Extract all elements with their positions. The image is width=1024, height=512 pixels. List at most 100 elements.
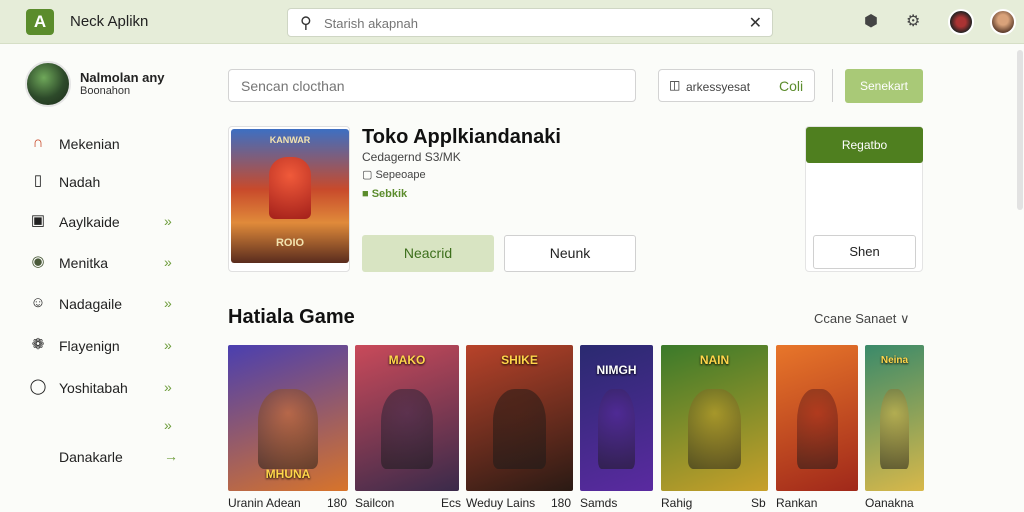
- monitor-icon: ▣: [30, 212, 46, 229]
- app-developer: Cedagernd S3/MK: [362, 150, 461, 164]
- profile-name: Nalmolan any: [80, 70, 165, 85]
- game-art: [598, 388, 635, 470]
- bookmark-icon: ∩: [32, 134, 44, 151]
- sidebar-item-label: Nadah: [59, 174, 101, 190]
- search-icon: ⚲: [300, 15, 312, 32]
- game-art-title: NAIN: [699, 353, 730, 367]
- sidebar-item-menitka[interactable]: ◉ Menitka »: [26, 249, 186, 277]
- send-button[interactable]: Senekart: [845, 69, 923, 103]
- game-tile[interactable]: Neina: [865, 345, 924, 491]
- game-tile[interactable]: NAIN: [661, 345, 768, 491]
- category-button[interactable]: Coli: [779, 78, 803, 94]
- chevron-right-icon: »: [164, 379, 172, 395]
- game-tile[interactable]: MAKO: [355, 345, 459, 491]
- settings-icon[interactable]: ⚙: [906, 11, 920, 31]
- notification-icon[interactable]: ⬢: [864, 11, 878, 31]
- page-icon: ▯: [33, 172, 43, 189]
- sidebar-item-label: Flayenign: [59, 338, 120, 354]
- game-art: [687, 388, 742, 470]
- filter-input[interactable]: [241, 78, 621, 94]
- leaf-icon: ❁: [31, 336, 45, 353]
- sidebar: Nalmolan any Boonahon ∩ Mekenian ▯ Nadah…: [0, 44, 200, 512]
- category-selector[interactable]: ◫ arkessyesat Coli: [658, 69, 815, 102]
- scrollbar[interactable]: [1017, 50, 1023, 210]
- game-tile[interactable]: NIMGH: [580, 345, 653, 491]
- app-name: Neck Aplikn: [70, 13, 149, 30]
- search-bar[interactable]: ⚲ ✕: [287, 8, 773, 37]
- game-name[interactable]: Oanakna: [865, 496, 914, 510]
- app-cover-card[interactable]: KANWAR ROIO: [228, 126, 350, 272]
- app-cover-image: KANWAR ROIO: [231, 129, 349, 263]
- section-title: Hatiala Game: [228, 306, 355, 328]
- game-art: [796, 388, 838, 470]
- sidebar-item-label: Menitka: [59, 255, 109, 271]
- arrow-right-icon: →: [164, 448, 178, 464]
- app-category-label: Sepeoape: [375, 169, 426, 181]
- game-name[interactable]: Rankan: [776, 496, 817, 510]
- file-icon: ◫: [669, 78, 681, 92]
- share-button[interactable]: Shen: [813, 235, 916, 269]
- game-count: Ecs: [441, 496, 462, 510]
- chevron-right-icon: »: [164, 337, 172, 353]
- secondary-action-button[interactable]: Neunk: [504, 235, 636, 272]
- search-input[interactable]: [324, 14, 724, 32]
- sidebar-item-label: Yoshitabah: [59, 380, 128, 396]
- game-name[interactable]: Uranin Adean: [228, 496, 301, 510]
- game-count: 180: [327, 496, 348, 510]
- app-title: Toko Applkiandanaki: [362, 126, 561, 148]
- sort-label: Ccane Sanaet: [814, 311, 897, 326]
- sort-dropdown[interactable]: Ccane Sanaet ∨: [814, 311, 910, 327]
- game-name[interactable]: Rahig: [661, 496, 692, 510]
- avatar[interactable]: [948, 9, 974, 35]
- game-name[interactable]: Samds: [580, 496, 617, 510]
- game-art: [492, 388, 547, 470]
- sidebar-item-aaylkaide[interactable]: ▣ Aaylkaide »: [26, 208, 186, 236]
- sidebar-item-danakarle[interactable]: Danakarle →: [26, 443, 186, 471]
- app-category: ▢ Sepeoape: [362, 169, 426, 181]
- game-count: 180: [551, 496, 572, 510]
- sidebar-item-label: Mekenian: [59, 136, 120, 152]
- target-icon: ◉: [31, 253, 45, 270]
- game-count: Sb: [751, 496, 766, 510]
- sidebar-item-label: Danakarle: [59, 449, 123, 465]
- chevron-down-icon: ∨: [900, 311, 910, 326]
- profile-subtitle: Boonahon: [80, 85, 131, 97]
- game-tile[interactable]: SHIKE: [466, 345, 573, 491]
- sidebar-item-mekenian[interactable]: ∩ Mekenian: [26, 130, 186, 158]
- filter-field[interactable]: [228, 69, 636, 102]
- game-tile[interactable]: [776, 345, 858, 491]
- game-art-title: SHIKE: [501, 353, 538, 367]
- sidebar-item-label: Aaylkaide: [59, 214, 120, 230]
- avatar[interactable]: [25, 61, 71, 107]
- game-art: [381, 388, 433, 470]
- sidebar-item-nadagaile[interactable]: ☺ Nadagaile »: [26, 290, 186, 318]
- game-tile[interactable]: MHUNA: [228, 345, 348, 491]
- sidebar-item-more[interactable]: »: [26, 412, 186, 440]
- game-art-title: MHUNA: [265, 467, 311, 481]
- app-logo[interactable]: A: [26, 9, 54, 35]
- game-name[interactable]: Weduy Lains: [466, 496, 535, 510]
- cover-top-title: KANWAR: [269, 135, 311, 145]
- game-name[interactable]: Sailcon: [355, 496, 394, 510]
- chevron-right-icon: »: [164, 417, 172, 433]
- sidebar-item-flayenign[interactable]: ❁ Flayenign »: [26, 332, 186, 360]
- sidebar-item-nadah[interactable]: ▯ Nadah: [26, 168, 186, 196]
- app-status-label: Sebkik: [371, 188, 408, 200]
- sidebar-item-yoshitabah[interactable]: ◯ Yoshitabah »: [26, 374, 186, 402]
- top-bar: A Neck Aplikn ⚲ ✕ ⬢ ⚙: [0, 0, 1024, 44]
- app-status: ■ Sebkik: [362, 188, 408, 200]
- primary-action-button[interactable]: Neacrid: [362, 235, 494, 272]
- close-icon[interactable]: ✕: [749, 13, 762, 33]
- chevron-right-icon: »: [164, 213, 172, 229]
- game-art: [879, 388, 910, 470]
- divider: [832, 69, 833, 102]
- category-label: arkessyesat: [686, 80, 751, 94]
- avatar[interactable]: [990, 9, 1016, 35]
- smile-icon: ☺: [30, 294, 46, 311]
- game-art: [258, 388, 318, 470]
- cover-bottom-title: ROIO: [275, 237, 305, 249]
- ring-icon: ◯: [29, 378, 47, 395]
- install-button[interactable]: Regatbo: [806, 127, 923, 163]
- chevron-right-icon: »: [164, 254, 172, 270]
- chevron-right-icon: »: [164, 295, 172, 311]
